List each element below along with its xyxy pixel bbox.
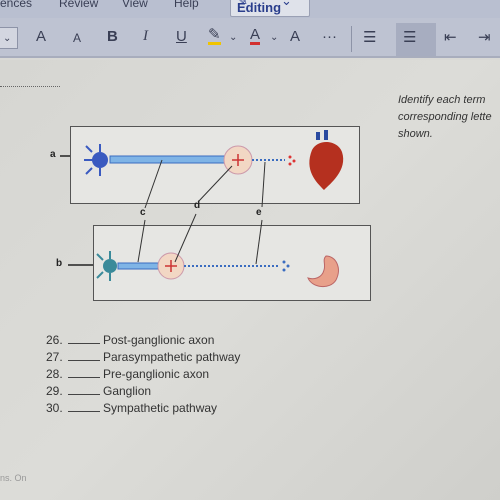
- label-b: b: [56, 258, 63, 269]
- autonomic-diagram: [60, 130, 344, 287]
- answer-blank[interactable]: [68, 402, 100, 412]
- question-29: 29. Ganglion: [46, 384, 152, 398]
- neurotransmitter-icon: [282, 260, 290, 272]
- preganglionic-axon-a: [109, 155, 226, 164]
- preganglionic-axon-b: [117, 262, 159, 270]
- answer-blank[interactable]: [68, 351, 100, 361]
- question-28: 28. Pre-ganglionic axon: [46, 367, 210, 381]
- neurotransmitter-icon: [288, 155, 296, 166]
- answer-blank[interactable]: [68, 368, 100, 378]
- label-a: a: [50, 149, 56, 160]
- question-27: 27. Parasympathetic pathway: [46, 350, 241, 364]
- answer-blank[interactable]: [68, 385, 100, 395]
- leader-lines: [137, 159, 266, 265]
- heart-icon: [309, 130, 344, 190]
- question-26: 26. Post-ganglionic axon: [46, 333, 215, 347]
- answer-blank[interactable]: [68, 334, 100, 344]
- status-bar-text: ns. On: [0, 473, 27, 483]
- label-e: e: [256, 207, 262, 218]
- stomach-icon: [307, 255, 339, 287]
- question-30: 30. Sympathetic pathway: [46, 401, 218, 415]
- label-c: c: [140, 207, 146, 218]
- neuron-icon: [84, 144, 108, 176]
- neuron-icon: [96, 251, 117, 281]
- label-d: d: [194, 200, 201, 211]
